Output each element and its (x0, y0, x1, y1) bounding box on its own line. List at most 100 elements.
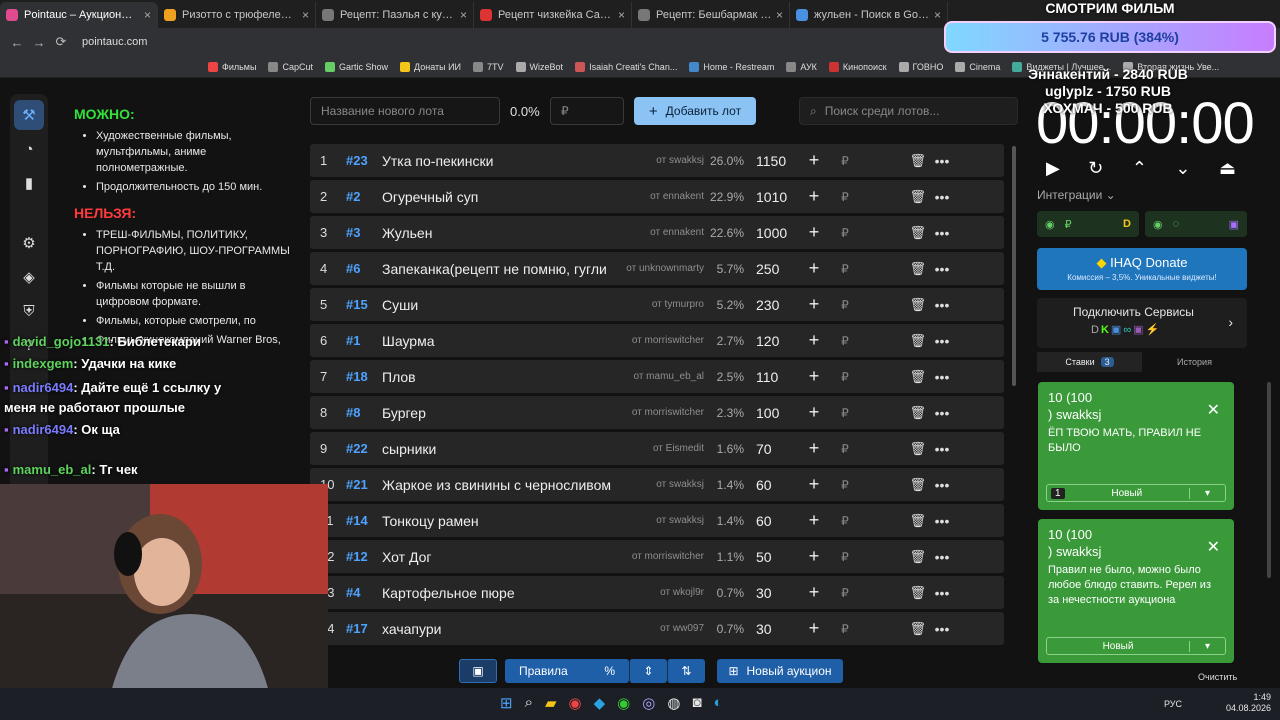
more-icon[interactable]: ••• (926, 369, 958, 385)
search-lots-input[interactable]: ⌕ Поиск среди лотов... (799, 97, 1018, 125)
eject-icon[interactable]: ⏏ (1219, 158, 1236, 179)
add-amount-icon[interactable]: + (794, 402, 834, 423)
lot-name[interactable]: Плов (382, 369, 612, 385)
ruble-icon[interactable]: ₽ (834, 442, 856, 456)
sidebar-shield-button[interactable]: ⛨ (14, 296, 44, 326)
bookmark-item[interactable]: Кинопоиск (828, 61, 887, 72)
trash-icon[interactable]: 🗑 (856, 297, 926, 313)
ruble-icon[interactable]: ₽ (834, 622, 856, 636)
browser-tab[interactable]: Рецепт: Бешбармак на Russian × (632, 2, 790, 28)
ruble-icon[interactable]: ₽ (834, 514, 856, 528)
url-field[interactable]: pointauc.com (82, 36, 147, 48)
close-icon[interactable]: × (618, 8, 625, 22)
add-amount-icon[interactable]: + (794, 546, 834, 567)
trash-icon[interactable]: 🗑 (856, 477, 926, 493)
ruble-icon[interactable]: ₽ (834, 586, 856, 600)
more-icon[interactable]: ••• (926, 549, 958, 565)
lot-name[interactable]: Запеканка(рецепт не помню, гугли (382, 261, 612, 277)
sidebar-pie-chart-button[interactable]: ◔ (14, 134, 44, 164)
lot-amount[interactable]: 70 (744, 441, 794, 457)
sidebar-layers-button[interactable]: ◈ (14, 262, 44, 292)
lot-amount[interactable]: 110 (744, 369, 794, 385)
browser-tab[interactable]: Рецепт чизкейка Сан Себасть × (474, 2, 632, 28)
ruble-icon[interactable]: ₽ (834, 370, 856, 384)
back-icon[interactable]: ← (6, 35, 28, 50)
ruble-icon[interactable]: ₽ (834, 154, 856, 168)
lot-amount[interactable]: 60 (744, 513, 794, 529)
trash-icon[interactable]: 🗑 (856, 369, 926, 385)
lot-amount[interactable]: 250 (744, 261, 794, 277)
bookmark-item[interactable]: Isaiah Creati's Chan... (575, 61, 677, 72)
add-amount-icon[interactable]: + (794, 366, 834, 387)
tab-history[interactable]: История (1142, 352, 1247, 372)
save-button[interactable]: ▣ (459, 659, 497, 683)
trash-icon[interactable]: 🗑 (856, 189, 926, 205)
search-icon[interactable]: ⌕ (525, 694, 533, 712)
trash-icon[interactable]: 🗑 (856, 153, 926, 169)
lot-name[interactable]: Жаркое из свинины с черносливом и кр (382, 477, 612, 493)
lot-scrollbar[interactable] (1012, 146, 1016, 386)
reload-icon[interactable]: ⟳ (50, 34, 72, 50)
add-amount-icon[interactable]: + (794, 510, 834, 531)
folder-icon[interactable]: ▰ (545, 694, 557, 712)
chevron-down-icon[interactable]: ⌄ (1175, 158, 1190, 179)
add-amount-icon[interactable]: + (794, 186, 834, 207)
clear-bids-button[interactable]: Очистить (1198, 672, 1237, 682)
lot-name[interactable]: Огуречный суп (382, 189, 612, 205)
more-icon[interactable]: ••• (926, 153, 958, 169)
chrome-icon[interactable]: ◉ (569, 694, 582, 712)
lot-amount[interactable]: 120 (744, 333, 794, 349)
lot-amount[interactable]: 1000 (744, 225, 794, 241)
lot-amount[interactable]: 60 (744, 477, 794, 493)
close-icon[interactable]: × (460, 8, 467, 22)
ruble-icon[interactable]: ₽ (834, 298, 856, 312)
browser-tab[interactable]: Ризотто с трюфелем – рецепт × (158, 2, 316, 28)
add-amount-icon[interactable]: + (794, 150, 834, 171)
amount-input[interactable]: ₽ (550, 97, 624, 125)
lot-name[interactable]: Картофельное пюре (382, 585, 612, 601)
new-lot-input[interactable]: Название нового лота (310, 97, 500, 125)
trash-icon[interactable]: 🗑 (856, 585, 926, 601)
more-icon[interactable]: ••• (926, 621, 958, 637)
ruble-icon[interactable]: ₽ (834, 406, 856, 420)
more-icon[interactable]: ••• (926, 477, 958, 493)
twitch-integration-toggle[interactable]: ◉ ◌ ▣ (1145, 211, 1247, 237)
bookmark-item[interactable]: Донаты ИИ (400, 61, 461, 72)
bookmark-item[interactable]: CapCut (268, 61, 313, 72)
browser-tab[interactable]: жульен - Поиск в Google × (790, 2, 948, 28)
lot-amount[interactable]: 1150 (744, 153, 794, 169)
lot-amount[interactable]: 1010 (744, 189, 794, 205)
lot-amount[interactable]: 50 (744, 549, 794, 565)
lot-name[interactable]: хачапури (382, 621, 612, 637)
lot-amount[interactable]: 30 (744, 621, 794, 637)
trash-icon[interactable]: 🗑 (856, 405, 926, 421)
rules-button[interactable]: Правила% (505, 659, 629, 683)
reset-icon[interactable]: ↻ (1088, 158, 1103, 179)
chevron-up-icon[interactable]: ⌃ (1132, 158, 1147, 179)
ruble-icon[interactable]: ₽ (834, 478, 856, 492)
donation-integration-toggle[interactable]: ◉ ₽ D (1037, 211, 1139, 237)
close-icon[interactable]: ✕ (1207, 400, 1220, 420)
lot-amount[interactable]: 30 (744, 585, 794, 601)
lot-name[interactable]: Тонкоцу рамен (382, 513, 612, 529)
more-icon[interactable]: ••• (926, 189, 958, 205)
new-auction-button[interactable]: ⊞ Новый аукцион (717, 659, 843, 683)
bookmark-item[interactable]: 7TV (473, 61, 504, 72)
more-icon[interactable]: ••• (926, 261, 958, 277)
ruble-icon[interactable]: ₽ (834, 262, 856, 276)
bid-status-select[interactable]: Новый ▾ (1046, 637, 1226, 655)
browser-tab[interactable]: Pointauc – Аукционы, лотереи × (0, 2, 158, 28)
forward-icon[interactable]: → (28, 35, 50, 50)
browser-tab[interactable]: Рецепт: Паэлья с курицей и к × (316, 2, 474, 28)
trash-icon[interactable]: 🗑 (856, 513, 926, 529)
integrations-toggle[interactable]: Интеграции ⌄ (1037, 188, 1116, 202)
lot-name[interactable]: Утка по-пекински (382, 153, 612, 169)
ruble-icon[interactable]: ₽ (834, 190, 856, 204)
obs-icon[interactable]: ◎ (642, 694, 655, 712)
sidebar-gear-button[interactable]: ⚙ (14, 228, 44, 258)
close-icon[interactable]: ✕ (1207, 537, 1220, 557)
more-icon[interactable]: ••• (926, 297, 958, 313)
steam-icon[interactable]: ◍ (667, 694, 680, 712)
edge-icon[interactable]: ◐ (714, 694, 723, 712)
trash-icon[interactable]: 🗑 (856, 333, 926, 349)
